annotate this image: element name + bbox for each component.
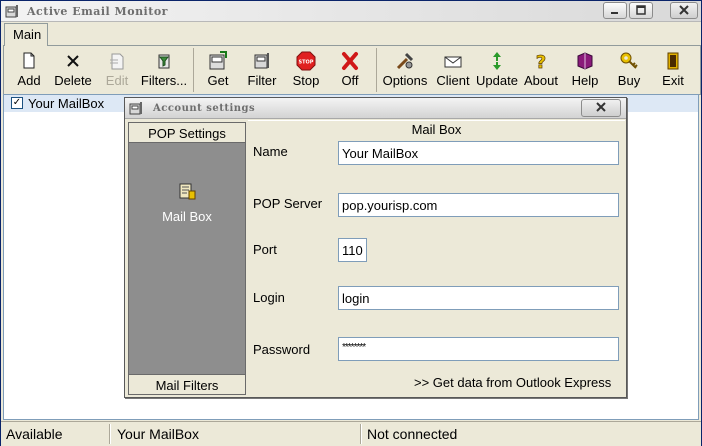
dialog-mailbox-icon	[129, 101, 144, 119]
options-label: Options	[382, 73, 428, 88]
client-label: Client	[436, 73, 470, 88]
help-button[interactable]: Help	[563, 48, 607, 92]
off-button[interactable]: Off	[328, 48, 372, 92]
close-icon	[679, 3, 689, 18]
tools-icon	[395, 51, 415, 71]
settings-nav: POP Settings Mail Box Mail Filters	[128, 122, 246, 395]
buy-button[interactable]: Buy	[607, 48, 651, 92]
status-mailbox: Your MailBox	[117, 426, 199, 442]
status-connection: Not connected	[367, 426, 458, 442]
name-label: Name	[253, 144, 288, 159]
question-icon: ?	[531, 51, 551, 71]
filters-button[interactable]: Filters...	[139, 48, 189, 92]
toolbar: Add Delete Edit Filters... Get Filter ST…	[7, 48, 695, 92]
nav-pop-settings[interactable]: POP Settings	[129, 123, 245, 143]
x-mark-icon	[63, 51, 83, 71]
edit-label: Edit	[105, 73, 129, 88]
options-button[interactable]: Options	[379, 48, 431, 92]
status-divider	[360, 424, 362, 444]
new-document-icon	[19, 51, 39, 71]
nav-item-mailbox-label: Mail Box	[162, 209, 212, 224]
svg-text:?: ?	[536, 52, 546, 71]
exit-door-icon	[663, 51, 683, 71]
dialog-title: Account settings	[153, 103, 256, 114]
email-client-icon	[443, 51, 463, 71]
edit-button[interactable]: Edit	[95, 48, 139, 92]
login-field[interactable]: login	[338, 286, 619, 310]
mailbox-name: Your MailBox	[28, 96, 105, 111]
maximize-icon	[636, 3, 646, 18]
pop-server-label: POP Server	[253, 196, 323, 211]
update-label: Update	[476, 73, 518, 88]
account-settings-dialog: Account settings POP Settings Mail Box M…	[124, 97, 627, 398]
filter-label: Filter	[247, 73, 277, 88]
exit-button[interactable]: Exit	[651, 48, 695, 92]
toolbar-group-mailbox: Add Delete Edit Filters...	[7, 48, 189, 92]
dialog-title-bar[interactable]: Account settings	[125, 98, 626, 119]
exit-label: Exit	[662, 73, 684, 88]
client-button[interactable]: Client	[431, 48, 475, 92]
key-icon	[619, 51, 639, 71]
stop-sign-icon: STOP	[296, 51, 316, 71]
mailbox-settings-icon	[177, 181, 197, 201]
minimize-button[interactable]	[603, 2, 627, 19]
add-label: Add	[17, 73, 41, 88]
help-label: Help	[571, 73, 599, 88]
edit-document-icon	[107, 51, 127, 71]
password-field[interactable]: ********	[338, 337, 619, 361]
tab-bar: Main	[3, 23, 701, 46]
nav-item-mailbox[interactable]: Mail Box	[129, 181, 245, 224]
toolbar-group-app: Options Client Update ? About Help Buy E…	[376, 48, 695, 92]
status-divider	[109, 424, 111, 444]
about-label: About	[524, 73, 558, 88]
maximize-button[interactable]	[629, 2, 653, 19]
title-bar[interactable]: Active Email Monitor	[1, 1, 701, 22]
login-label: Login	[253, 290, 285, 305]
stop-button[interactable]: STOP Stop	[284, 48, 328, 92]
close-icon	[595, 101, 607, 116]
svg-text:STOP: STOP	[299, 60, 314, 66]
mailbox-filter-icon	[252, 51, 272, 71]
close-button[interactable]	[670, 2, 698, 19]
toolbar-group-mail: Get Filter STOP Stop Off	[193, 48, 372, 92]
outlook-import-link[interactable]: >> Get data from Outlook Express	[414, 375, 611, 390]
about-button[interactable]: ? About	[519, 48, 563, 92]
name-field[interactable]: Your MailBox	[338, 141, 619, 165]
delete-label: Delete	[54, 73, 92, 88]
password-label: Password	[253, 342, 311, 357]
section-title: Mail Box	[411, 122, 462, 137]
status-state: Available	[6, 426, 63, 442]
update-button[interactable]: Update	[475, 48, 519, 92]
window-title: Active Email Monitor	[27, 5, 168, 18]
add-button[interactable]: Add	[7, 48, 51, 92]
mailbox-settings-pane: Mail Box Name Your MailBox POP Server po…	[248, 120, 625, 396]
filter-button[interactable]: Filter	[240, 48, 284, 92]
filters-label: Filters...	[140, 73, 188, 88]
tab-main[interactable]: Main	[4, 23, 48, 46]
buy-label: Buy	[617, 73, 641, 88]
stop-label: Stop	[292, 73, 320, 88]
get-label: Get	[207, 73, 229, 88]
port-label: Port	[253, 242, 277, 257]
red-x-icon	[340, 51, 360, 71]
help-book-icon	[575, 51, 595, 71]
mailbox-checkbox[interactable]: ✓	[11, 97, 23, 109]
pop-server-field[interactable]: pop.yourisp.com	[338, 193, 619, 217]
get-mail-icon	[208, 51, 228, 71]
filter-funnel-icon	[154, 51, 174, 71]
off-label: Off	[341, 73, 359, 88]
port-field[interactable]: 110	[338, 238, 367, 262]
minimize-icon	[610, 3, 620, 18]
nav-mail-filters[interactable]: Mail Filters	[129, 374, 245, 394]
get-button[interactable]: Get	[196, 48, 240, 92]
status-bar: Available Your MailBox Not connected	[1, 421, 701, 446]
delete-button[interactable]: Delete	[51, 48, 95, 92]
app-mailbox-icon	[5, 4, 20, 19]
dialog-close-button[interactable]	[581, 99, 621, 117]
update-arrows-icon	[487, 51, 507, 71]
